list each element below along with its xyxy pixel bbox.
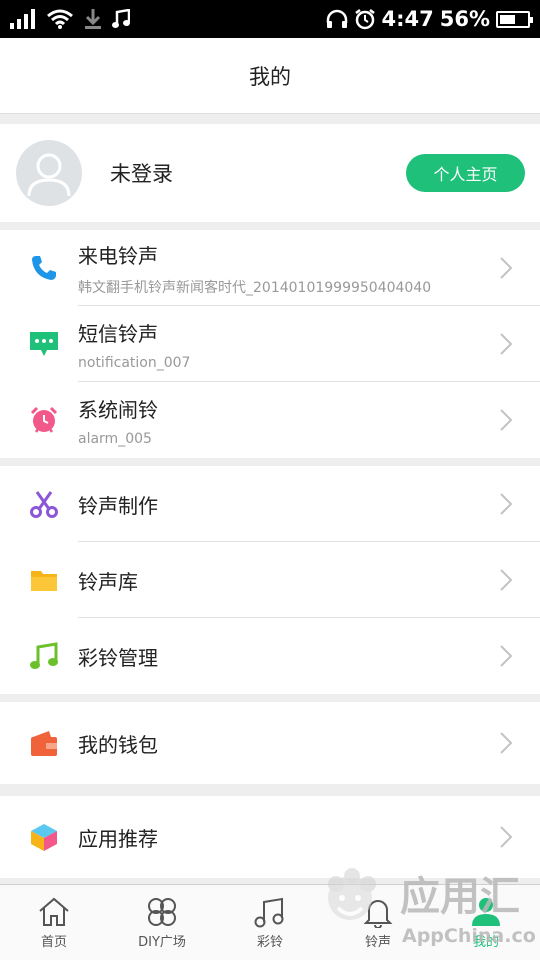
nav-label: 首页 <box>40 934 67 950</box>
signal-icon <box>10 9 35 29</box>
app-recommendation-row[interactable]: 应用推荐 <box>0 796 540 878</box>
alarm-status-icon <box>354 9 375 30</box>
folder-icon <box>28 564 60 596</box>
alarm-ringtone-row[interactable]: 系统闹铃 alarm_005 <box>0 382 540 458</box>
incoming-call-ringtone-row[interactable]: 来电铃声 韩文翻手机铃声新闻客时代_20140101999950404040 <box>0 230 540 306</box>
nav-label: DIY广场 <box>138 934 186 950</box>
nav-crbt[interactable]: 彩铃 <box>216 885 324 960</box>
diy-clover-icon <box>148 897 176 926</box>
row-value: notification_007 <box>78 354 191 371</box>
row-label: 应用推荐 <box>78 826 158 851</box>
row-label: 铃声制作 <box>78 493 158 518</box>
battery-icon <box>496 10 533 28</box>
nav-mine[interactable]: 我的 <box>432 885 540 960</box>
row-label: 系统闹铃 <box>78 397 158 422</box>
home-icon <box>39 897 69 926</box>
ringtone-settings-group: 来电铃声 韩文翻手机铃声新闻客时代_20140101999950404040 短… <box>0 230 540 458</box>
bottom-navigation: 首页 DIY广场 彩铃 铃声 我的 <box>0 884 540 960</box>
wifi-icon <box>47 9 73 29</box>
crbt-management-row[interactable]: 彩铃管理 <box>0 618 540 694</box>
cube-icon <box>28 821 60 853</box>
avatar[interactable] <box>16 140 82 206</box>
chevron-right-icon <box>500 645 513 667</box>
download-icon <box>85 9 101 29</box>
phone-icon <box>28 252 60 284</box>
row-value: alarm_005 <box>78 430 152 447</box>
scissors-icon <box>28 488 60 520</box>
chevron-right-icon <box>500 826 513 848</box>
tools-group: 铃声制作 铃声库 彩铃管理 <box>0 466 540 694</box>
login-status[interactable]: 未登录 <box>110 158 173 188</box>
headphones-icon <box>326 9 347 28</box>
nav-label: 彩铃 <box>256 934 283 950</box>
chevron-right-icon <box>500 257 513 279</box>
my-wallet-row[interactable]: 我的钱包 <box>0 702 540 784</box>
music-note-status-icon <box>112 9 130 28</box>
row-value: 韩文翻手机铃声新闻客时代_20140101999950404040 <box>78 279 432 296</box>
bell-icon <box>363 899 393 928</box>
chevron-right-icon <box>500 493 513 515</box>
page-header: 我的 <box>0 38 540 114</box>
wallet-group: 我的钱包 <box>0 702 540 784</box>
default-avatar-icon <box>27 153 71 197</box>
message-icon <box>28 328 60 360</box>
nav-label: 铃声 <box>364 934 391 950</box>
music-note-icon <box>28 640 60 672</box>
row-label: 我的钱包 <box>78 732 158 757</box>
status-time: 4:47 <box>381 7 434 31</box>
wallet-icon <box>28 727 60 759</box>
personal-home-button[interactable]: 个人主页 <box>406 154 525 192</box>
chevron-right-icon <box>500 333 513 355</box>
page-title: 我的 <box>249 64 291 89</box>
nav-home[interactable]: 首页 <box>0 885 108 960</box>
person-icon <box>472 897 500 926</box>
profile-card: 未登录 个人主页 <box>0 124 540 222</box>
alarm-clock-icon <box>28 404 60 436</box>
sms-ringtone-row[interactable]: 短信铃声 notification_007 <box>0 306 540 382</box>
row-label: 彩铃管理 <box>78 645 158 670</box>
battery-percent: 56% <box>439 7 490 31</box>
chevron-right-icon <box>500 569 513 591</box>
nav-label: 我的 <box>472 934 499 950</box>
chevron-right-icon <box>500 409 513 431</box>
row-label: 铃声库 <box>78 569 138 594</box>
music-note-icon <box>254 897 284 927</box>
chevron-right-icon <box>500 732 513 754</box>
status-bar: 4:47 56% <box>0 0 540 38</box>
apps-group: 应用推荐 <box>0 796 540 878</box>
battery-level <box>500 14 515 24</box>
row-label: 来电铃声 <box>78 243 158 268</box>
ringtone-maker-row[interactable]: 铃声制作 <box>0 466 540 542</box>
nav-diy-plaza[interactable]: DIY广场 <box>108 885 216 960</box>
row-label: 短信铃声 <box>78 321 158 346</box>
ringtone-library-row[interactable]: 铃声库 <box>0 542 540 618</box>
nav-ringtones[interactable]: 铃声 <box>324 885 432 960</box>
